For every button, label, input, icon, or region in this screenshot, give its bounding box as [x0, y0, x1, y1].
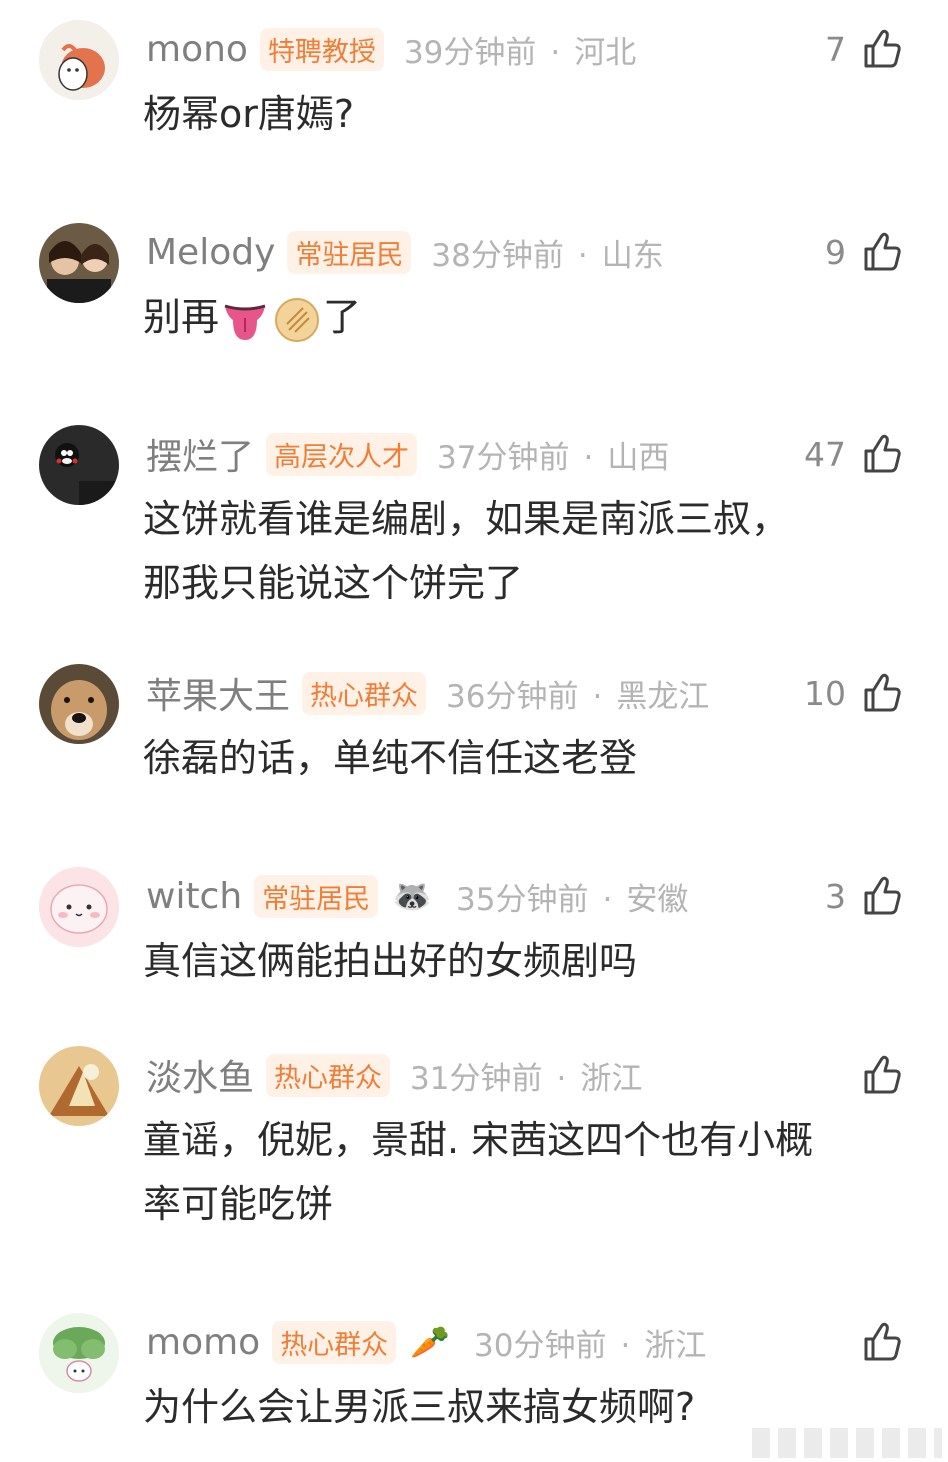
comment-line: 那我只能说这个饼完了: [143, 561, 524, 605]
comment-text: 童谣，倪妮，景甜. 宋茜这四个也有小概 率可能吃饼: [143, 1108, 913, 1236]
thumbs-up-icon[interactable]: [860, 432, 904, 476]
comment-text-prefix: 别再: [143, 295, 220, 339]
thumbs-up-icon[interactable]: [860, 230, 904, 274]
thumbs-up-icon[interactable]: [860, 1053, 904, 1097]
thumbs-up-icon[interactable]: [860, 1320, 904, 1364]
comment-text: 杨幂or唐嫣?: [143, 82, 913, 146]
like-button[interactable]: 7: [825, 24, 904, 74]
separator: ·: [592, 678, 603, 715]
pancake-emoji-icon: [275, 297, 320, 342]
watermark-strip: [752, 1428, 942, 1458]
comment-meta: 35分钟前 · 安徽: [456, 874, 688, 919]
thumbs-up-icon[interactable]: [860, 874, 904, 918]
avatar[interactable]: [39, 664, 119, 744]
avatar[interactable]: [39, 20, 119, 100]
avatar[interactable]: [39, 425, 119, 505]
timestamp: 35分钟前: [456, 881, 589, 918]
comment-header: 摆烂了 高层次人才 37分钟前 · 山西: [146, 428, 669, 480]
comment-line: 杨幂or唐嫣?: [143, 92, 355, 136]
like-button[interactable]: [846, 1317, 904, 1367]
comment-line: 真信这俩能拍出好的女频剧吗: [143, 939, 638, 983]
comment-line: 徐磊的话，单纯不信任这老登: [143, 736, 638, 780]
like-button[interactable]: 9: [825, 227, 904, 277]
like-button[interactable]: 47: [804, 429, 904, 479]
user-badge: 热心群众: [302, 671, 427, 715]
username[interactable]: 苹果大王: [146, 667, 290, 719]
comment-line: 率可能吃饼: [143, 1182, 334, 1226]
thumbs-up-icon[interactable]: [860, 27, 904, 71]
like-button[interactable]: [846, 1050, 904, 1100]
avatar[interactable]: [39, 867, 119, 947]
location: 黑龙江: [616, 678, 710, 715]
like-count: 47: [804, 434, 846, 474]
comment-header: mono 特聘教授 39分钟前 · 河北: [146, 26, 636, 72]
comment-header: Melody 常驻居民 38分钟前 · 山东: [146, 229, 664, 275]
tongue-emoji-icon: [224, 304, 266, 340]
comment-meta: 30分钟前 · 浙江: [474, 1320, 706, 1365]
like-button[interactable]: 3: [825, 871, 904, 921]
avatar[interactable]: [39, 223, 119, 303]
comment-text: 真信这俩能拍出好的女频剧吗: [143, 929, 913, 993]
location: 安徽: [626, 881, 689, 918]
timestamp: 30分钟前: [474, 1327, 607, 1364]
timestamp: 39分钟前: [403, 34, 537, 71]
like-count: 10: [804, 673, 846, 713]
comment-header: momo 热心群众 🥕 30分钟前 · 浙江: [146, 1319, 706, 1365]
user-badge: 特聘教授: [259, 27, 384, 71]
separator: ·: [583, 439, 594, 476]
username[interactable]: 摆烂了: [146, 428, 254, 480]
avatar[interactable]: [39, 1313, 119, 1393]
comment-text-suffix: 了: [323, 295, 362, 339]
username[interactable]: 淡水鱼: [146, 1049, 254, 1101]
timestamp: 31分钟前: [410, 1060, 543, 1097]
carrot-badge-icon: 🥕: [410, 1323, 451, 1361]
comment-text: 这饼就看谁是编剧，如果是南派三叔， 那我只能说这个饼完了: [143, 487, 913, 615]
comment-header: 淡水鱼 热心群众 31分钟前 · 浙江: [146, 1049, 642, 1101]
username[interactable]: Melody: [146, 232, 275, 273]
comment-line: 这饼就看谁是编剧，如果是南派三叔，: [143, 497, 790, 541]
separator: ·: [556, 1060, 567, 1097]
timestamp: 38分钟前: [431, 237, 564, 274]
like-count: 7: [825, 29, 846, 69]
comment-meta: 38分钟前 · 山东: [431, 230, 663, 275]
location: 山西: [607, 439, 670, 476]
user-badge: 高层次人才: [266, 432, 418, 476]
comment-meta: 39分钟前 · 河北: [404, 27, 636, 72]
comment-meta: 37分钟前 · 山西: [437, 432, 669, 477]
like-count: 9: [825, 232, 846, 272]
like-button[interactable]: 10: [804, 668, 904, 718]
comment-meta: 36分钟前 · 黑龙江: [446, 671, 709, 716]
username[interactable]: mono: [146, 29, 248, 70]
username[interactable]: momo: [146, 1322, 260, 1363]
timestamp: 36分钟前: [446, 678, 579, 715]
avatar[interactable]: [39, 1046, 119, 1126]
location: 山东: [601, 237, 664, 274]
user-badge: 热心群众: [266, 1053, 391, 1097]
location: 浙江: [580, 1060, 643, 1097]
separator: ·: [620, 1327, 631, 1364]
separator: ·: [550, 34, 561, 71]
user-badge: 常驻居民: [254, 874, 379, 918]
separator: ·: [577, 237, 588, 274]
user-badge: 常驻居民: [287, 230, 412, 274]
username[interactable]: witch: [146, 876, 242, 917]
raccoon-badge-icon: 🦝: [392, 877, 433, 915]
timestamp: 37分钟前: [437, 439, 570, 476]
location: 浙江: [644, 1327, 707, 1364]
separator: ·: [602, 881, 613, 918]
user-badge: 热心群众: [272, 1320, 397, 1364]
comment-header: witch 常驻居民 🦝 35分钟前 · 安徽: [146, 873, 688, 919]
thumbs-up-icon[interactable]: [860, 671, 904, 715]
comment-header: 苹果大王 热心群众 36分钟前 · 黑龙江: [146, 667, 709, 719]
location: 河北: [574, 34, 637, 71]
comment-line: 童谣，倪妮，景甜. 宋茜这四个也有小概: [143, 1118, 814, 1162]
comment-text: 别再 了: [143, 285, 913, 349]
comment-text: 徐磊的话，单纯不信任这老登: [143, 726, 913, 790]
like-count: 3: [825, 876, 846, 916]
comment-meta: 31分钟前 · 浙江: [410, 1053, 642, 1098]
